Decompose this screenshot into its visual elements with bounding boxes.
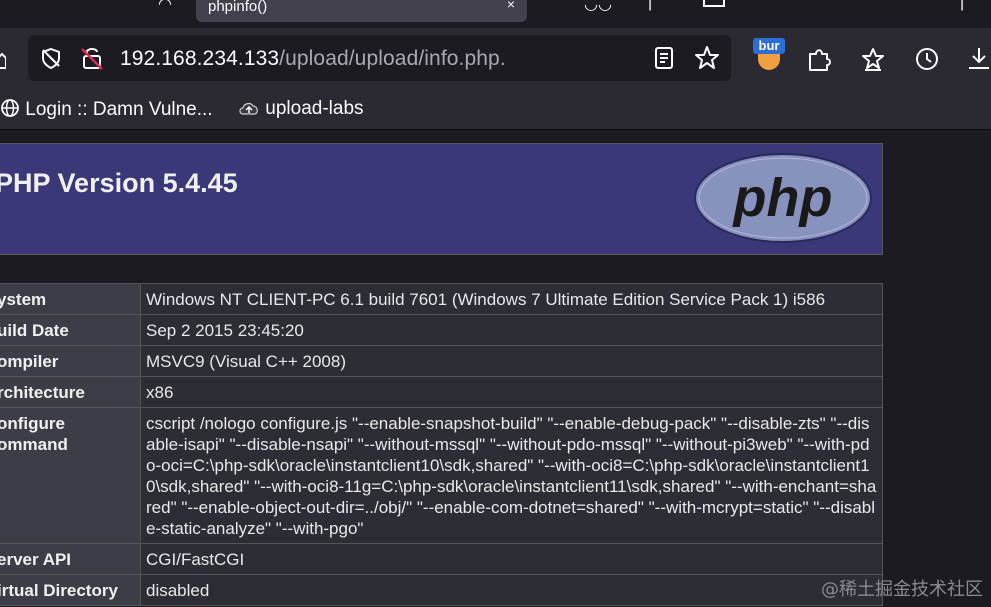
bookmark-dvwa[interactable]: Login :: Damn Vulne...	[0, 98, 213, 121]
address-bar[interactable]: 192.168.234.133/upload/upload/info.php.	[28, 35, 731, 81]
php-logo-text: php	[732, 168, 833, 228]
bookmark-label: Login :: Damn Vulne...	[25, 99, 213, 120]
phpinfo-row: rchitecture x86	[0, 376, 883, 408]
window-icon[interactable]	[703, 0, 725, 8]
mask-icon[interactable]: ◡◡	[584, 0, 612, 14]
php-logo-icon[interactable]: php	[691, 150, 875, 246]
reader-view-icon[interactable]	[654, 47, 674, 69]
tab-phpinfo[interactable]: phpinfo() ×	[196, 0, 527, 22]
pocket-star-icon[interactable]	[860, 46, 886, 72]
tab-close-icon[interactable]: ×	[507, 0, 515, 12]
tab-title: phpinfo()	[208, 0, 268, 15]
phpinfo-row: ompiler MSVC9 (Visual C++ 2008)	[0, 345, 883, 377]
row-value: MSVC9 (Visual C++ 2008)	[140, 345, 883, 377]
bookmarks-toolbar: Login :: Damn Vulne... upload-labs	[0, 90, 991, 130]
home-icon[interactable]	[0, 50, 6, 70]
url-text[interactable]: 192.168.234.133/upload/upload/info.php.	[120, 47, 506, 71]
row-key: irtual Directory	[0, 574, 141, 606]
burp-badge: bur	[753, 38, 785, 54]
tab-strip: ◠ phpinfo() × ◡◡ | |	[0, 0, 991, 28]
juejin-watermark: @稀土掘金技术社区	[821, 579, 983, 600]
row-value: CGI/FastCGI	[140, 543, 883, 575]
php-version-title: PHP Version 5.4.45	[0, 168, 238, 198]
extensions-puzzle-icon[interactable]	[806, 46, 832, 72]
new-tab-icon[interactable]: |	[648, 0, 652, 12]
row-key: ystem	[0, 283, 141, 315]
phpinfo-row: ystem Windows NT CLIENT-PC 6.1 build 7601…	[0, 283, 883, 315]
row-value: cscript /nologo configure.js "--enable-s…	[140, 407, 883, 544]
phpinfo-row: uild Date Sep 2 2015 23:45:20	[0, 314, 883, 346]
phpinfo-header: PHP Version 5.4.45 php	[0, 143, 883, 255]
cloud-upload-icon	[239, 102, 258, 115]
burp-extension-button[interactable]: bur	[753, 38, 785, 72]
row-key: rchitecture	[0, 376, 141, 408]
phpinfo-table: ystem Windows NT CLIENT-PC 6.1 build 7601…	[0, 283, 883, 606]
page-content: PHP Version 5.4.45 php ystem Windows NT C…	[0, 131, 991, 607]
row-value: x86	[140, 376, 883, 408]
phpinfo-row: irtual Directory disabled	[0, 574, 883, 606]
row-value: disabled	[140, 574, 883, 606]
minimize-icon[interactable]: |	[960, 0, 964, 12]
globe-icon	[1, 99, 19, 117]
bookmark-upload-labs[interactable]: upload-labs	[238, 98, 364, 120]
row-key: ompiler	[0, 345, 141, 377]
tracking-shield-icon[interactable]	[40, 47, 62, 69]
downloads-icon[interactable]	[966, 46, 991, 72]
url-path: /upload/upload/info.php.	[279, 47, 506, 70]
bookmark-label: upload-labs	[265, 98, 364, 119]
row-key: erver API	[0, 543, 141, 575]
bookmark-star-icon[interactable]	[694, 45, 720, 71]
history-clock-icon[interactable]	[914, 46, 940, 72]
phpinfo-row: erver API CGI/FastCGI	[0, 543, 883, 575]
row-value: Sep 2 2015 23:45:20	[140, 314, 883, 346]
tab-list-icon[interactable]: ◠	[158, 0, 172, 14]
burp-fox-icon	[758, 54, 780, 70]
row-key: onfigure ommand	[0, 407, 141, 544]
url-host: 192.168.234.133	[120, 47, 280, 70]
row-value: Windows NT CLIENT-PC 6.1 build 7601 (Win…	[140, 283, 883, 315]
row-key: uild Date	[0, 314, 141, 346]
navigation-toolbar: 192.168.234.133/upload/upload/info.php. …	[0, 28, 991, 90]
phpinfo-row: onfigure ommand cscript /nologo configure…	[0, 407, 883, 544]
insecure-lock-icon[interactable]	[80, 45, 104, 71]
